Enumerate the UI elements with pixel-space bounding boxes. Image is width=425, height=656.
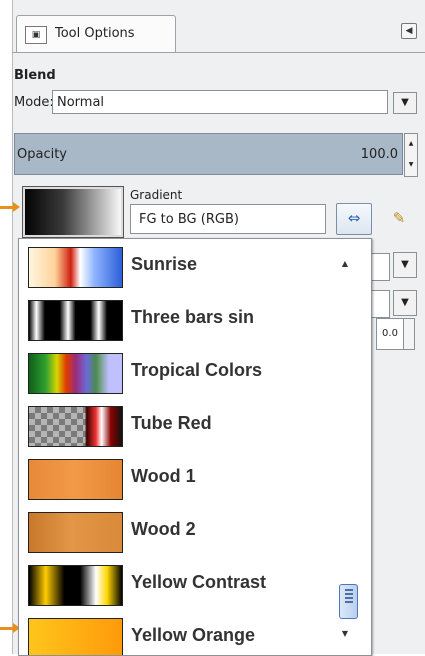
gradient-item-label: Wood 1 [131, 466, 196, 486]
mode-label: Mode: [14, 95, 54, 110]
gradient-item-three-bars-sin[interactable]: Three bars sin [19, 294, 349, 347]
gradient-item-yellow-contrast[interactable]: Yellow Contrast [19, 559, 349, 612]
mode-select[interactable]: Normal [52, 90, 388, 114]
list-scrollbar[interactable]: ▲ ▼ [329, 239, 367, 655]
offset-value[interactable]: 0.0 [376, 318, 404, 350]
wood2-swatch [28, 512, 123, 553]
tab-menu-icon[interactable]: ◀ [401, 23, 417, 39]
reverse-gradient-button[interactable]: ⇔ [336, 203, 372, 235]
opacity-value: 100.0 [360, 147, 398, 162]
gradient-item-label: Sunrise [131, 254, 198, 274]
yellow-contrast-swatch [28, 565, 123, 606]
offset-spinner[interactable] [403, 318, 415, 350]
gradient-label: Gradient [130, 188, 183, 202]
gradient-item-label: Wood 2 [131, 519, 196, 539]
sunrise-swatch [28, 247, 123, 288]
wood1-swatch [28, 459, 123, 500]
gradient-item-sunrise[interactable]: Sunrise [19, 241, 349, 294]
gradient-list-popup: Sunrise Three bars sin Tropical Colors T… [18, 238, 372, 656]
gradient-name-field[interactable]: FG to BG (RGB) [130, 204, 326, 234]
section-title: Blend [14, 68, 56, 83]
pointer-arrow-gradient [0, 202, 20, 212]
mode-dropdown-icon[interactable]: ▼ [393, 92, 417, 114]
gradient-item-tube-red[interactable]: Tube Red [19, 400, 349, 453]
gradient-item-label: Tropical Colors [131, 360, 263, 380]
gradient-item-wood-1[interactable]: Wood 1 [19, 453, 349, 506]
gradient-preview[interactable] [22, 186, 124, 238]
tropical-swatch [28, 353, 123, 394]
tab-divider [12, 52, 425, 53]
gradient-item-wood-2[interactable]: Wood 2 [19, 506, 349, 559]
opacity-spinner[interactable]: ▲ ▼ [404, 133, 418, 177]
tool-options-icon: ▣ [25, 26, 47, 44]
tube-red-swatch [28, 406, 123, 447]
repeat-dropdown-icon[interactable]: ▼ [393, 290, 417, 316]
gradient-item-yellow-orange[interactable]: Yellow Orange [19, 612, 349, 655]
gradient-item-tropical-colors[interactable]: Tropical Colors [19, 347, 349, 400]
scroll-down-icon[interactable]: ▼ [339, 629, 351, 639]
three-bars-swatch [28, 300, 123, 341]
gradient-item-label: Tube Red [131, 413, 212, 433]
gradient-item-label: Yellow Orange [131, 625, 256, 645]
shape-dropdown-icon[interactable]: ▼ [393, 252, 417, 278]
gradient-item-label: Three bars sin [131, 307, 255, 327]
scroll-up-icon[interactable]: ▲ [339, 259, 351, 269]
yellow-orange-swatch [28, 618, 123, 655]
scroll-thumb[interactable] [339, 584, 358, 619]
tab-label: Tool Options [55, 26, 135, 41]
tab-tool-options[interactable]: ▣ Tool Options [16, 15, 176, 53]
edit-gradient-icon[interactable]: ✎ [388, 207, 410, 229]
opacity-slider[interactable]: Opacity 100.0 [14, 133, 403, 175]
gradient-item-label: Yellow Contrast [131, 572, 267, 592]
opacity-label: Opacity [17, 147, 68, 162]
pointer-arrow-selection [0, 623, 20, 633]
